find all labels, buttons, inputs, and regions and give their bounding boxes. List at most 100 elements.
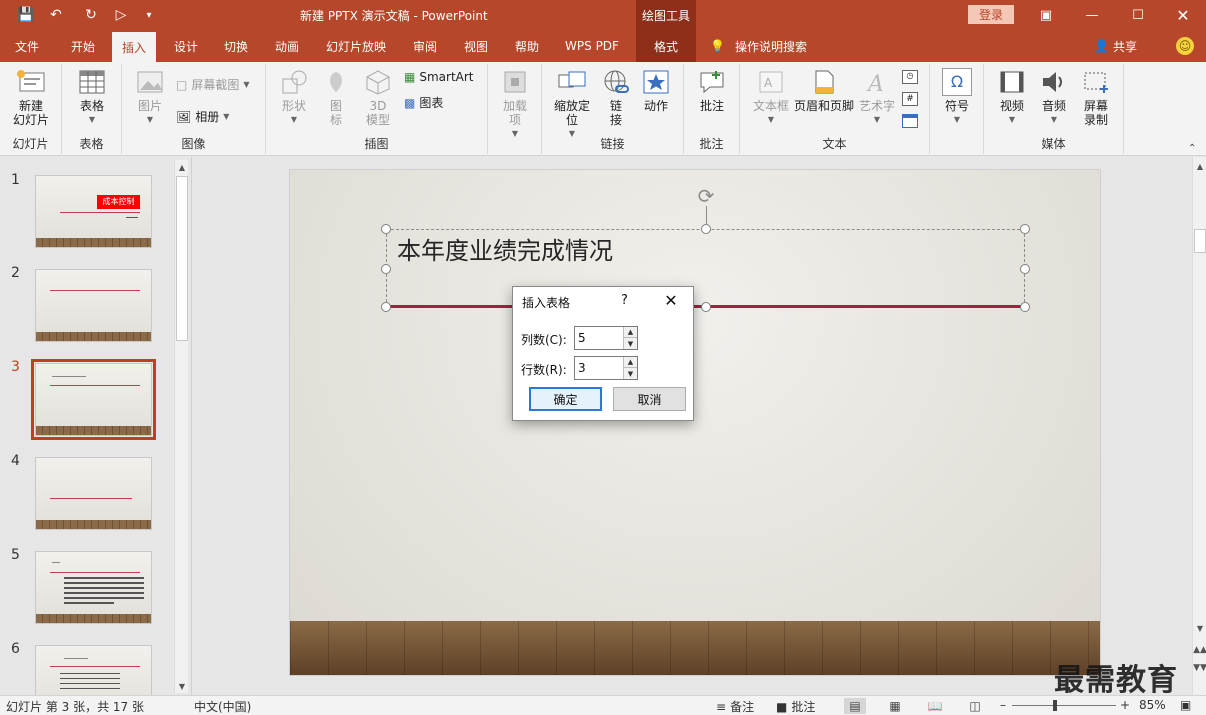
ribbon-display-options-icon[interactable]: ▣	[1023, 0, 1069, 30]
slide-thumbnail-2[interactable]	[35, 269, 152, 342]
addins-button[interactable]: 加载 项 ▼	[496, 68, 534, 141]
start-from-beginning-icon[interactable]: ▷	[110, 5, 132, 25]
editor-scrollbar[interactable]: ▲ ▼ ▲▲ ▼▼	[1192, 157, 1206, 695]
collapse-ribbon-icon[interactable]: ⌃	[1188, 143, 1196, 154]
chart-button[interactable]: ▩ 图表	[404, 94, 443, 111]
smartart-button[interactable]: ▦ SmartArt	[404, 70, 474, 84]
tab-transitions[interactable]: 切换	[214, 30, 258, 62]
zoom-in-icon[interactable]: +	[1120, 698, 1130, 712]
language-indicator[interactable]: 中文(中国)	[194, 698, 251, 715]
fit-to-window-icon[interactable]: ▣	[1180, 698, 1191, 712]
header-footer-button[interactable]: 页眉和页脚	[792, 68, 856, 113]
redo-icon[interactable]: ↻	[80, 5, 102, 25]
slide-thumbnail-1[interactable]: 成本控制	[35, 175, 152, 248]
scrollbar-thumb[interactable]	[176, 176, 188, 341]
maximize-icon[interactable]: ☐	[1115, 0, 1161, 30]
picture-button[interactable]: 图片 ▼	[130, 68, 170, 127]
icons-button[interactable]: 图 标	[318, 68, 354, 127]
resize-handle[interactable]	[701, 224, 711, 234]
textbox-button[interactable]: A 文本框 ▼	[750, 68, 792, 127]
table-button[interactable]: 表格 ▼	[72, 68, 112, 127]
spin-up-icon[interactable]: ▲	[623, 327, 637, 338]
action-button[interactable]: 动作	[638, 68, 674, 113]
resize-handle[interactable]	[1020, 264, 1030, 274]
scroll-down-icon[interactable]: ▼	[1193, 621, 1206, 635]
scroll-up-icon[interactable]: ▲	[175, 160, 189, 174]
scroll-up-icon[interactable]: ▲	[1193, 159, 1206, 173]
tab-review[interactable]: 审阅	[403, 30, 447, 62]
smiley-feedback-icon[interactable]: ☺	[1176, 37, 1194, 55]
save-icon[interactable]: 💾	[15, 5, 37, 25]
columns-spinner[interactable]: ▲ ▼	[574, 326, 638, 350]
screenshot-button[interactable]: □ 屏幕截图 ▼	[176, 76, 250, 93]
tab-animations[interactable]: 动画	[265, 30, 309, 62]
ok-button[interactable]: 确定	[529, 387, 602, 411]
slide-number-icon[interactable]: #	[902, 92, 918, 106]
spin-up-icon[interactable]: ▲	[623, 357, 637, 368]
tab-help[interactable]: 帮助	[505, 30, 549, 62]
zoom-slider[interactable]	[1012, 705, 1116, 706]
cancel-button[interactable]: 取消	[613, 387, 686, 411]
shapes-button[interactable]: 形状 ▼	[276, 68, 312, 127]
previous-slide-icon[interactable]: ▲▲	[1193, 643, 1206, 657]
resize-handle[interactable]	[1020, 302, 1030, 312]
slide-sorter-icon[interactable]: ▦	[884, 698, 906, 714]
rotate-handle-icon[interactable]: ⟳	[694, 184, 718, 208]
current-slide[interactable]: ⟳ 本年度业绩完成情况	[289, 169, 1101, 676]
next-slide-icon[interactable]: ▼▼	[1193, 661, 1206, 675]
normal-view-icon[interactable]: ▤	[844, 698, 866, 714]
help-button[interactable]: ?	[621, 293, 628, 308]
resize-handle[interactable]	[381, 224, 391, 234]
tab-format[interactable]: 格式	[636, 30, 696, 62]
close-icon[interactable]: ✕	[663, 291, 679, 310]
share-button[interactable]: 👤 共享	[1094, 30, 1137, 62]
login-button[interactable]: 登录	[968, 5, 1014, 24]
undo-icon[interactable]: ↶	[45, 5, 67, 25]
resize-handle[interactable]	[701, 302, 711, 312]
tab-wps-pdf[interactable]: WPS PDF	[556, 30, 628, 62]
close-icon[interactable]: ✕	[1160, 0, 1206, 30]
scroll-down-icon[interactable]: ▼	[175, 679, 189, 693]
album-button[interactable]: 🖼 相册 ▼	[176, 108, 229, 125]
resize-handle[interactable]	[1020, 224, 1030, 234]
rows-spinner[interactable]: ▲ ▼	[574, 356, 638, 380]
rows-input[interactable]	[575, 357, 623, 379]
tell-me-search[interactable]: 💡 操作说明搜索	[710, 30, 807, 62]
slide-thumbnail-4[interactable]	[35, 457, 152, 530]
minimize-icon[interactable]: —	[1069, 0, 1115, 30]
video-button[interactable]: 视频 ▼	[992, 68, 1032, 127]
notes-button[interactable]: ≡ 备注	[716, 698, 754, 715]
link-button[interactable]: 链 接	[598, 68, 634, 127]
spin-down-icon[interactable]: ▼	[623, 338, 637, 349]
resize-handle[interactable]	[381, 264, 391, 274]
comment-button[interactable]: 批注	[692, 68, 732, 113]
customize-qat-icon[interactable]: ▾	[138, 5, 160, 25]
3d-models-button[interactable]: 3D 模型	[360, 68, 396, 127]
zoom-out-icon[interactable]: –	[1000, 698, 1006, 712]
reading-view-icon[interactable]: 📖	[924, 698, 946, 714]
tab-insert[interactable]: 插入	[112, 32, 156, 62]
new-slide-button[interactable]: 新建 幻灯片	[4, 68, 58, 127]
thumbnail-scrollbar[interactable]: ▲ ▼	[174, 160, 188, 693]
tab-slideshow[interactable]: 幻灯片放映	[318, 30, 394, 62]
comments-button[interactable]: ■ 批注	[776, 698, 815, 715]
object-icon[interactable]	[902, 114, 918, 128]
tab-design[interactable]: 设计	[164, 30, 208, 62]
wordart-button[interactable]: A 艺术字 ▼	[856, 68, 898, 127]
slide-title[interactable]: 本年度业绩完成情况	[397, 231, 613, 266]
screen-recording-button[interactable]: 屏幕 录制	[1076, 68, 1116, 127]
slideshow-view-icon[interactable]: ◫	[964, 698, 986, 714]
date-time-icon[interactable]: ◷	[902, 70, 918, 84]
spin-down-icon[interactable]: ▼	[623, 368, 637, 379]
zoom-slider-knob[interactable]	[1053, 700, 1057, 711]
tab-view[interactable]: 视图	[454, 30, 498, 62]
symbol-button[interactable]: Ω 符号 ▼	[936, 68, 978, 127]
audio-button[interactable]: 音频 ▼	[1034, 68, 1074, 127]
zoom-button[interactable]: 缩放定 位 ▼	[548, 68, 596, 141]
scrollbar-thumb[interactable]	[1194, 229, 1206, 253]
slide-thumbnail-6[interactable]	[35, 645, 152, 695]
columns-input[interactable]	[575, 327, 623, 349]
slide-thumbnail-3[interactable]	[31, 359, 156, 440]
tab-home[interactable]: 开始	[58, 30, 108, 62]
zoom-level[interactable]: 85%	[1139, 698, 1166, 712]
